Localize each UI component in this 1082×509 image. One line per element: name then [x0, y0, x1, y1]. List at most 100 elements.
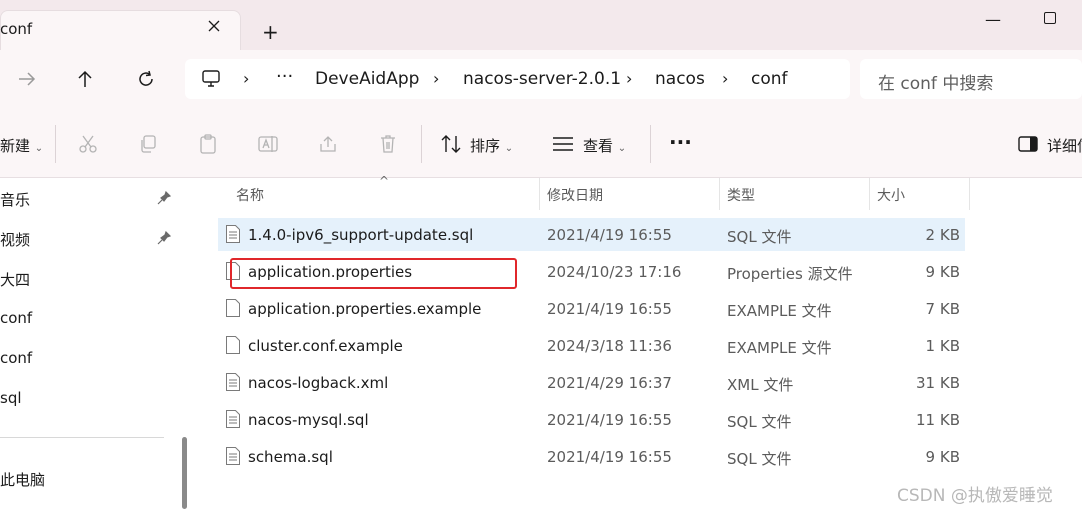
copy-icon[interactable] [138, 134, 158, 154]
refresh-icon[interactable] [137, 70, 155, 88]
minimize-button[interactable]: — [985, 10, 1001, 29]
text-file-icon [226, 373, 240, 391]
rename-icon[interactable] [257, 133, 279, 155]
file-type: XML 文件 [727, 376, 794, 394]
column-header-type[interactable]: 类型 [727, 185, 755, 205]
navigation-pane [0, 178, 190, 509]
sort-icon [441, 135, 461, 153]
column-divider[interactable] [969, 178, 970, 210]
column-header-size[interactable]: 大小 [877, 185, 905, 205]
tab-conf[interactable] [0, 10, 241, 50]
sidebar-item-videos[interactable]: 视频 [0, 229, 30, 250]
sort-label: 排序 [470, 137, 501, 155]
sidebar-item-conf[interactable]: conf [0, 349, 32, 367]
file-size: 11 KB [916, 411, 960, 429]
text-file-icon [226, 410, 240, 428]
new-label: 新建 [0, 137, 31, 155]
file-size: 9 KB [925, 448, 960, 466]
text-file-icon [226, 447, 240, 465]
file-name: application.properties.example [248, 300, 482, 318]
sort-button[interactable]: 排序 ⌄ [470, 135, 513, 156]
chevron-down-icon: ⌄ [504, 143, 514, 154]
file-modified: 2021/4/19 16:55 [547, 411, 672, 429]
divider [55, 125, 56, 163]
pin-icon[interactable] [157, 191, 171, 205]
share-icon[interactable] [318, 134, 338, 154]
view-icon [553, 137, 573, 151]
view-button[interactable]: 查看 ⌄ [583, 135, 626, 156]
file-type: Properties 源文件 [727, 265, 853, 283]
sort-ascending-icon: ^ [379, 174, 390, 188]
file-modified: 2021/4/29 16:37 [547, 374, 672, 392]
file-modified: 2021/4/19 16:55 [547, 448, 672, 466]
file-modified: 2021/4/19 16:55 [547, 300, 672, 318]
new-button[interactable]: 新建 ⌄ [0, 135, 43, 156]
chevron-right-icon: › [722, 69, 729, 88]
sidebar-item-dasi[interactable]: 大四 [0, 269, 30, 290]
file-name: cluster.conf.example [248, 337, 403, 355]
arrow-right-icon[interactable] [18, 71, 36, 87]
column-divider[interactable] [719, 178, 720, 210]
text-file-icon [226, 225, 240, 243]
file-modified: 2024/3/18 11:36 [547, 337, 672, 355]
breadcrumb-nacos-server[interactable]: nacos-server-2.0.1 [463, 69, 621, 89]
sidebar-item-music[interactable]: 音乐 [0, 189, 30, 210]
file-name: schema.sql [248, 448, 333, 466]
annotation-highlight-box [230, 258, 517, 289]
divider [421, 125, 422, 163]
column-divider[interactable] [539, 178, 540, 210]
chevron-right-icon: › [626, 69, 633, 88]
sidebar-item-conf[interactable]: conf [0, 309, 32, 327]
file-type: EXAMPLE 文件 [727, 302, 832, 320]
tab-title: conf [0, 20, 33, 38]
column-divider[interactable] [869, 178, 870, 210]
file-name: nacos-mysql.sql [248, 411, 369, 429]
column-header-name[interactable]: 名称 [236, 185, 264, 205]
arrow-up-icon[interactable] [77, 70, 93, 88]
file-size: 2 KB [925, 226, 960, 244]
command-bar [0, 110, 1082, 178]
file-size: 1 KB [925, 337, 960, 355]
file-type: SQL 文件 [727, 450, 792, 468]
view-label: 查看 [583, 137, 614, 155]
cut-icon[interactable] [78, 134, 98, 154]
new-tab-button[interactable]: + [262, 20, 279, 44]
breadcrumb-deveaidapp[interactable]: DeveAidApp [315, 69, 419, 89]
breadcrumb-conf[interactable]: conf [751, 69, 788, 89]
sidebar-divider [0, 437, 164, 438]
sidebar-scrollbar[interactable] [182, 437, 187, 509]
sidebar-item-this-pc[interactable]: 此电脑 [0, 469, 45, 490]
column-header-modified[interactable]: 修改日期 [547, 185, 603, 205]
maximize-button[interactable] [1044, 12, 1056, 24]
file-modified: 2024/10/23 17:16 [547, 263, 682, 281]
computer-icon [202, 70, 220, 87]
divider [650, 125, 651, 163]
file-size: 9 KB [925, 263, 960, 281]
more-options-button[interactable]: ··· [669, 130, 692, 154]
pin-icon[interactable] [157, 231, 171, 245]
paste-icon[interactable] [198, 133, 218, 155]
chevron-right-icon: › [433, 69, 440, 88]
watermark: CSDN @执傲爱睡觉 [897, 486, 1053, 506]
file-type: SQL 文件 [727, 413, 792, 431]
delete-icon[interactable] [378, 133, 398, 155]
file-size: 31 KB [916, 374, 960, 392]
details-button[interactable]: 详细信 [1047, 135, 1082, 156]
file-type: EXAMPLE 文件 [727, 339, 832, 357]
blank-file-icon [226, 336, 240, 354]
chevron-right-icon: › [243, 69, 250, 88]
details-pane-icon [1018, 136, 1038, 152]
file-type: SQL 文件 [727, 228, 792, 246]
search-input[interactable]: 在 conf 中搜索 [878, 69, 993, 94]
file-name: 1.4.0-ipv6_support-update.sql [248, 226, 474, 244]
file-size: 7 KB [925, 300, 960, 318]
blank-file-icon [226, 299, 240, 317]
close-tab-icon[interactable] [207, 19, 221, 33]
file-modified: 2021/4/19 16:55 [547, 226, 672, 244]
sidebar-item-sql[interactable]: sql [0, 389, 22, 407]
breadcrumb-nacos[interactable]: nacos [655, 69, 705, 89]
chevron-down-icon: ⌄ [34, 143, 44, 154]
chevron-down-icon: ⌄ [617, 143, 627, 154]
breadcrumb-overflow-button[interactable]: ··· [276, 66, 293, 87]
file-name: nacos-logback.xml [248, 374, 389, 392]
